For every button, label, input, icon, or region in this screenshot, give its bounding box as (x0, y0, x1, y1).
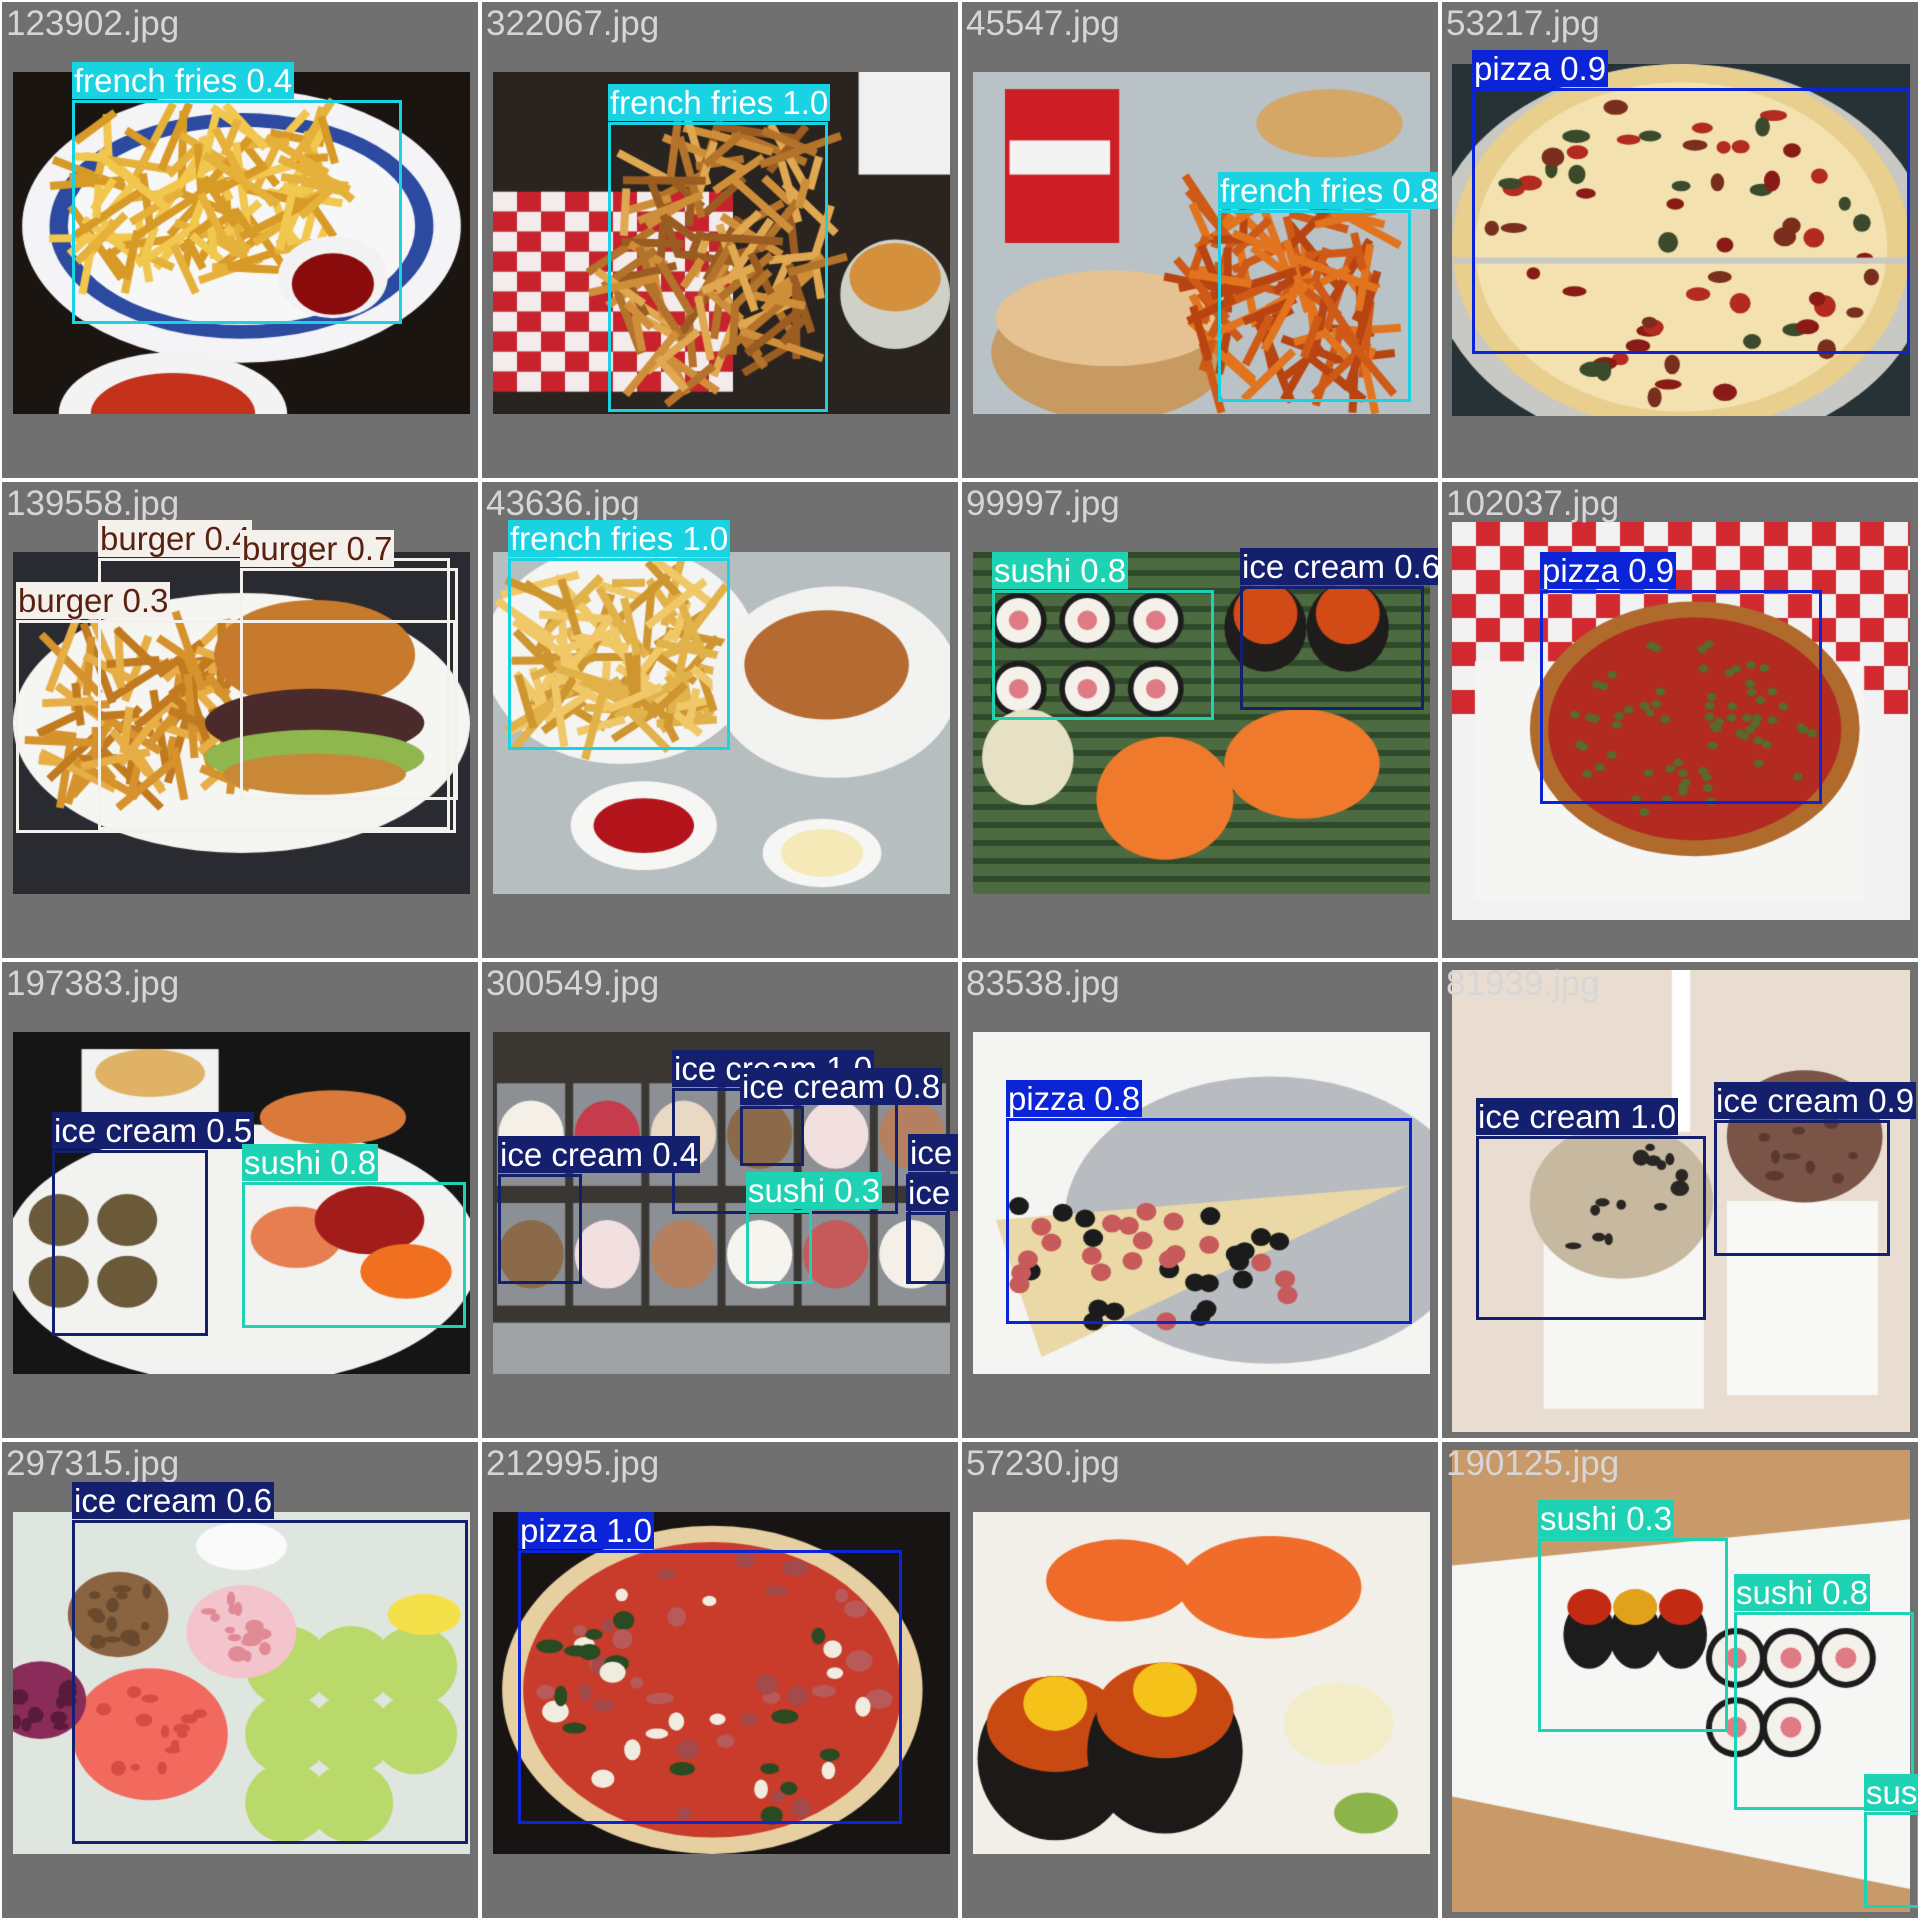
bounding-box (1540, 590, 1822, 804)
bounding-box (608, 122, 828, 412)
image-filename: 297315.jpg (6, 1444, 180, 1483)
tile-45547: 45547.jpg french fries 0.8 (962, 2, 1438, 478)
image-filename: 81939.jpg (1446, 964, 1600, 1003)
tile-57230: 57230.jpg (962, 1442, 1438, 1918)
tile-43636: 43636.jpg french fries 1.0 (482, 482, 958, 958)
bounding-box (746, 1210, 812, 1284)
bounding-box (1006, 1118, 1412, 1324)
detection-label: french fries 1.0 (508, 520, 731, 557)
detection-label: ice cream 0.4 (498, 1136, 701, 1173)
detection-label: ice cream 1.0 (1476, 1098, 1679, 1135)
detection-label: sushi 0.8 (242, 1144, 379, 1181)
detection-label: ice cream 0.8 (740, 1068, 943, 1105)
detection-label: ice cream 0.4 (906, 1174, 958, 1211)
detection-label: sushi 0.3 (1864, 1774, 1918, 1811)
bounding-box (1218, 210, 1411, 402)
tile-212995: 212995.jpg pizza 1.0 (482, 1442, 958, 1918)
image-filename: 53217.jpg (1446, 4, 1600, 43)
detection-label: french fries 0.8 (1218, 172, 1438, 209)
bounding-box (242, 1182, 466, 1328)
detection-label: sushi 0.8 (992, 552, 1129, 589)
bounding-box (1472, 88, 1910, 354)
bounding-box (992, 590, 1214, 720)
image-filename: 197383.jpg (6, 964, 180, 1003)
detection-label: french fries 1.0 (608, 84, 831, 121)
bounding-box (498, 1174, 582, 1284)
bounding-box (508, 558, 730, 750)
detection-label: ice cream 0.9 (1714, 1082, 1917, 1119)
tile-197383: 197383.jpg ice cream 0.5 sushi 0.8 (2, 962, 478, 1438)
image-filename: 212995.jpg (486, 1444, 660, 1483)
tile-102037: 102037.jpg pizza 0.9 (1442, 482, 1918, 958)
detection-label: ice cream 0.6 (1240, 548, 1438, 585)
detection-label: sushi 0.8 (1734, 1574, 1871, 1611)
bounding-box (1864, 1812, 1918, 1908)
tile-123902: 123902.jpg french fries 0.4 (2, 2, 478, 478)
image-filename: 45547.jpg (966, 4, 1120, 43)
detection-label: burger 0.7 (240, 530, 395, 567)
bounding-box (72, 1520, 468, 1844)
image-filename: 300549.jpg (486, 964, 660, 1003)
detection-label: pizza 1.0 (518, 1512, 655, 1549)
tile-139558: 139558.jpg burger 0.4 burger 0.7 burger 0.3 (2, 482, 478, 958)
image-filename: 123902.jpg (6, 4, 180, 43)
tile-81939: 81939.jpg ice cream 1.0 ice cream 0.9 (1442, 962, 1918, 1438)
food-photo (973, 1512, 1430, 1854)
detection-label: french fries 0.4 (72, 62, 295, 99)
detection-label: pizza 0.8 (1006, 1080, 1143, 1117)
detection-label: sushi 0.3 (746, 1172, 883, 1209)
detection-label: pizza 0.9 (1540, 552, 1677, 589)
detection-label: burger 0.4 (98, 520, 253, 557)
image-filename: 99997.jpg (966, 484, 1120, 523)
bounding-box (1240, 586, 1424, 710)
detection-label: ice cream 0.6 (72, 1482, 275, 1519)
detection-label: ice cream 0.3 (908, 1134, 958, 1171)
image-filename: 83538.jpg (966, 964, 1120, 1003)
detection-label: sushi 0.3 (1538, 1500, 1675, 1537)
tile-300549: 300549.jpgice cream 1.0ice cream 0.8ice … (482, 962, 958, 1438)
tile-83538: 83538.jpg pizza 0.8 (962, 962, 1438, 1438)
image-filename: 57230.jpg (966, 1444, 1120, 1483)
tile-190125: 190125.jpg sushi 0.3 sushi 0.8 sushi 0.3 (1442, 1442, 1918, 1918)
bounding-box (1538, 1538, 1728, 1732)
detection-label: pizza 0.9 (1472, 50, 1609, 87)
image-filename: 190125.jpg (1446, 1444, 1620, 1483)
detection-grid: 123902.jpg french fries 0.4 322067.jpg fren… (0, 0, 1920, 1920)
bounding-box (906, 1212, 948, 1284)
image-filename: 102037.jpg (1446, 484, 1620, 523)
bounding-box (16, 620, 456, 833)
image-filename: 322067.jpg (486, 4, 660, 43)
bounding-box (1714, 1120, 1890, 1256)
detection-label: ice cream 0.5 (52, 1112, 255, 1149)
bounding-box (1476, 1136, 1706, 1320)
tile-297315: 297315.jpg ice cream 0.6 (2, 1442, 478, 1918)
bounding-box (740, 1106, 804, 1166)
bounding-box (72, 100, 402, 324)
detection-label: burger 0.3 (16, 582, 171, 619)
bounding-box (518, 1550, 902, 1824)
tile-99997: 99997.jpg sushi 0.8 ice cream 0.6 (962, 482, 1438, 958)
tile-322067: 322067.jpg french fries 1.0 (482, 2, 958, 478)
bounding-box (52, 1150, 208, 1336)
tile-53217: 53217.jpg pizza 0.9 (1442, 2, 1918, 478)
